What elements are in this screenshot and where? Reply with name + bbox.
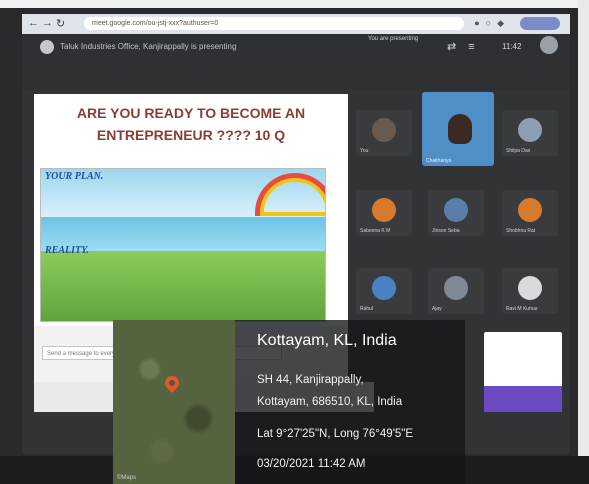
address-bar[interactable]: meet.google.com/ou-jstj-xxx?authuser=0 [84,17,464,30]
participant-tile[interactable]: You [356,110,412,156]
participant-tile[interactable]: Ravi M Kumar [502,268,558,314]
participant-name: Shobhna Rat [506,228,536,234]
side-panel[interactable] [484,332,562,392]
avatar [372,118,396,142]
avatar [372,276,396,300]
presentation-title: Taluk Industries Office, Kanjirappally i… [60,42,237,51]
avatar [372,198,396,222]
geotag-coordinates: Lat 9°27'25"N, Long 76°49'5"E [257,428,414,440]
forward-icon[interactable]: → [42,17,53,29]
geotag-address-line2: Kottayam, 686510, KL, India [257,396,403,408]
participant-tile[interactable]: Ajay [428,268,484,314]
avatar [518,118,542,142]
plan-label: YOUR PLAN. [45,171,104,182]
participant-name: Ajay [432,306,442,312]
self-avatar[interactable] [540,36,558,54]
participant-name: Shilpa Das [506,148,531,154]
participant-name: Ravi M Kumar [506,306,538,312]
reality-label: REALITY. [45,245,89,256]
geotag-address-line1: SH 44, Kanjirappally, [257,374,364,386]
speaker-video [448,114,472,144]
slide-title-line2: ENTREPRENEUR ???? 10 Q [96,127,286,143]
header-icons[interactable]: ⇄≡ [447,40,487,53]
avatar [444,276,468,300]
participant-tile[interactable]: Jinson Seba [428,190,484,236]
extension-icons[interactable]: ●○◆ [474,18,510,29]
participant-tile[interactable]: Rahul [356,268,412,314]
slide-title: ARE YOU READY TO BECOME AN ENTREPRENEUR … [34,102,348,146]
plan-vs-reality-image: YOUR PLAN. REALITY. [40,168,326,322]
geotag-panel: Kottayam, KL, India SH 44, Kanjirappally… [235,320,465,484]
hills [41,251,325,321]
participant-name: Sabeena K M [360,228,391,234]
reload-icon[interactable]: ↻ [56,17,65,30]
geotag-datetime: 03/20/2021 11:42 AM [257,458,366,470]
presentation-slide: ARE YOU READY TO BECOME AN ENTREPRENEUR … [34,94,348,326]
satellite-map [113,320,235,484]
active-speaker-tile[interactable]: Chaithanya [422,92,494,166]
participant-tile[interactable]: Sabeena K M [356,190,412,236]
participant-tile[interactable]: Shilpa Das [502,110,558,156]
avatar [518,276,542,300]
paper-edge-right [578,0,589,484]
participant-name: Jinson Seba [432,228,460,234]
clock: 11:42 [502,42,522,51]
map-watermark: ©Maps [117,475,137,481]
profile-button[interactable] [520,17,560,30]
slide-title-line1: ARE YOU READY TO BECOME AN [76,105,306,121]
side-panel-bar[interactable] [484,386,562,412]
participant-name: Chaithanya [426,158,452,164]
browser-toolbar: ← → ↻ meet.google.com/ou-jstj-xxx?authus… [22,14,570,34]
back-icon[interactable]: ← [28,17,39,29]
avatar [444,198,468,222]
paper-edge-top [0,0,589,8]
presenter-avatar [40,40,54,54]
participant-name: You [360,148,369,154]
avatar [518,198,542,222]
participant-tile[interactable]: Shobhna Rat [502,190,558,236]
geotag-city: Kottayam, KL, India [257,332,397,349]
participant-name: Rahul [360,306,374,312]
map-thumbnail: ©Maps [113,320,235,484]
present-status[interactable]: You are presenting [368,36,422,54]
